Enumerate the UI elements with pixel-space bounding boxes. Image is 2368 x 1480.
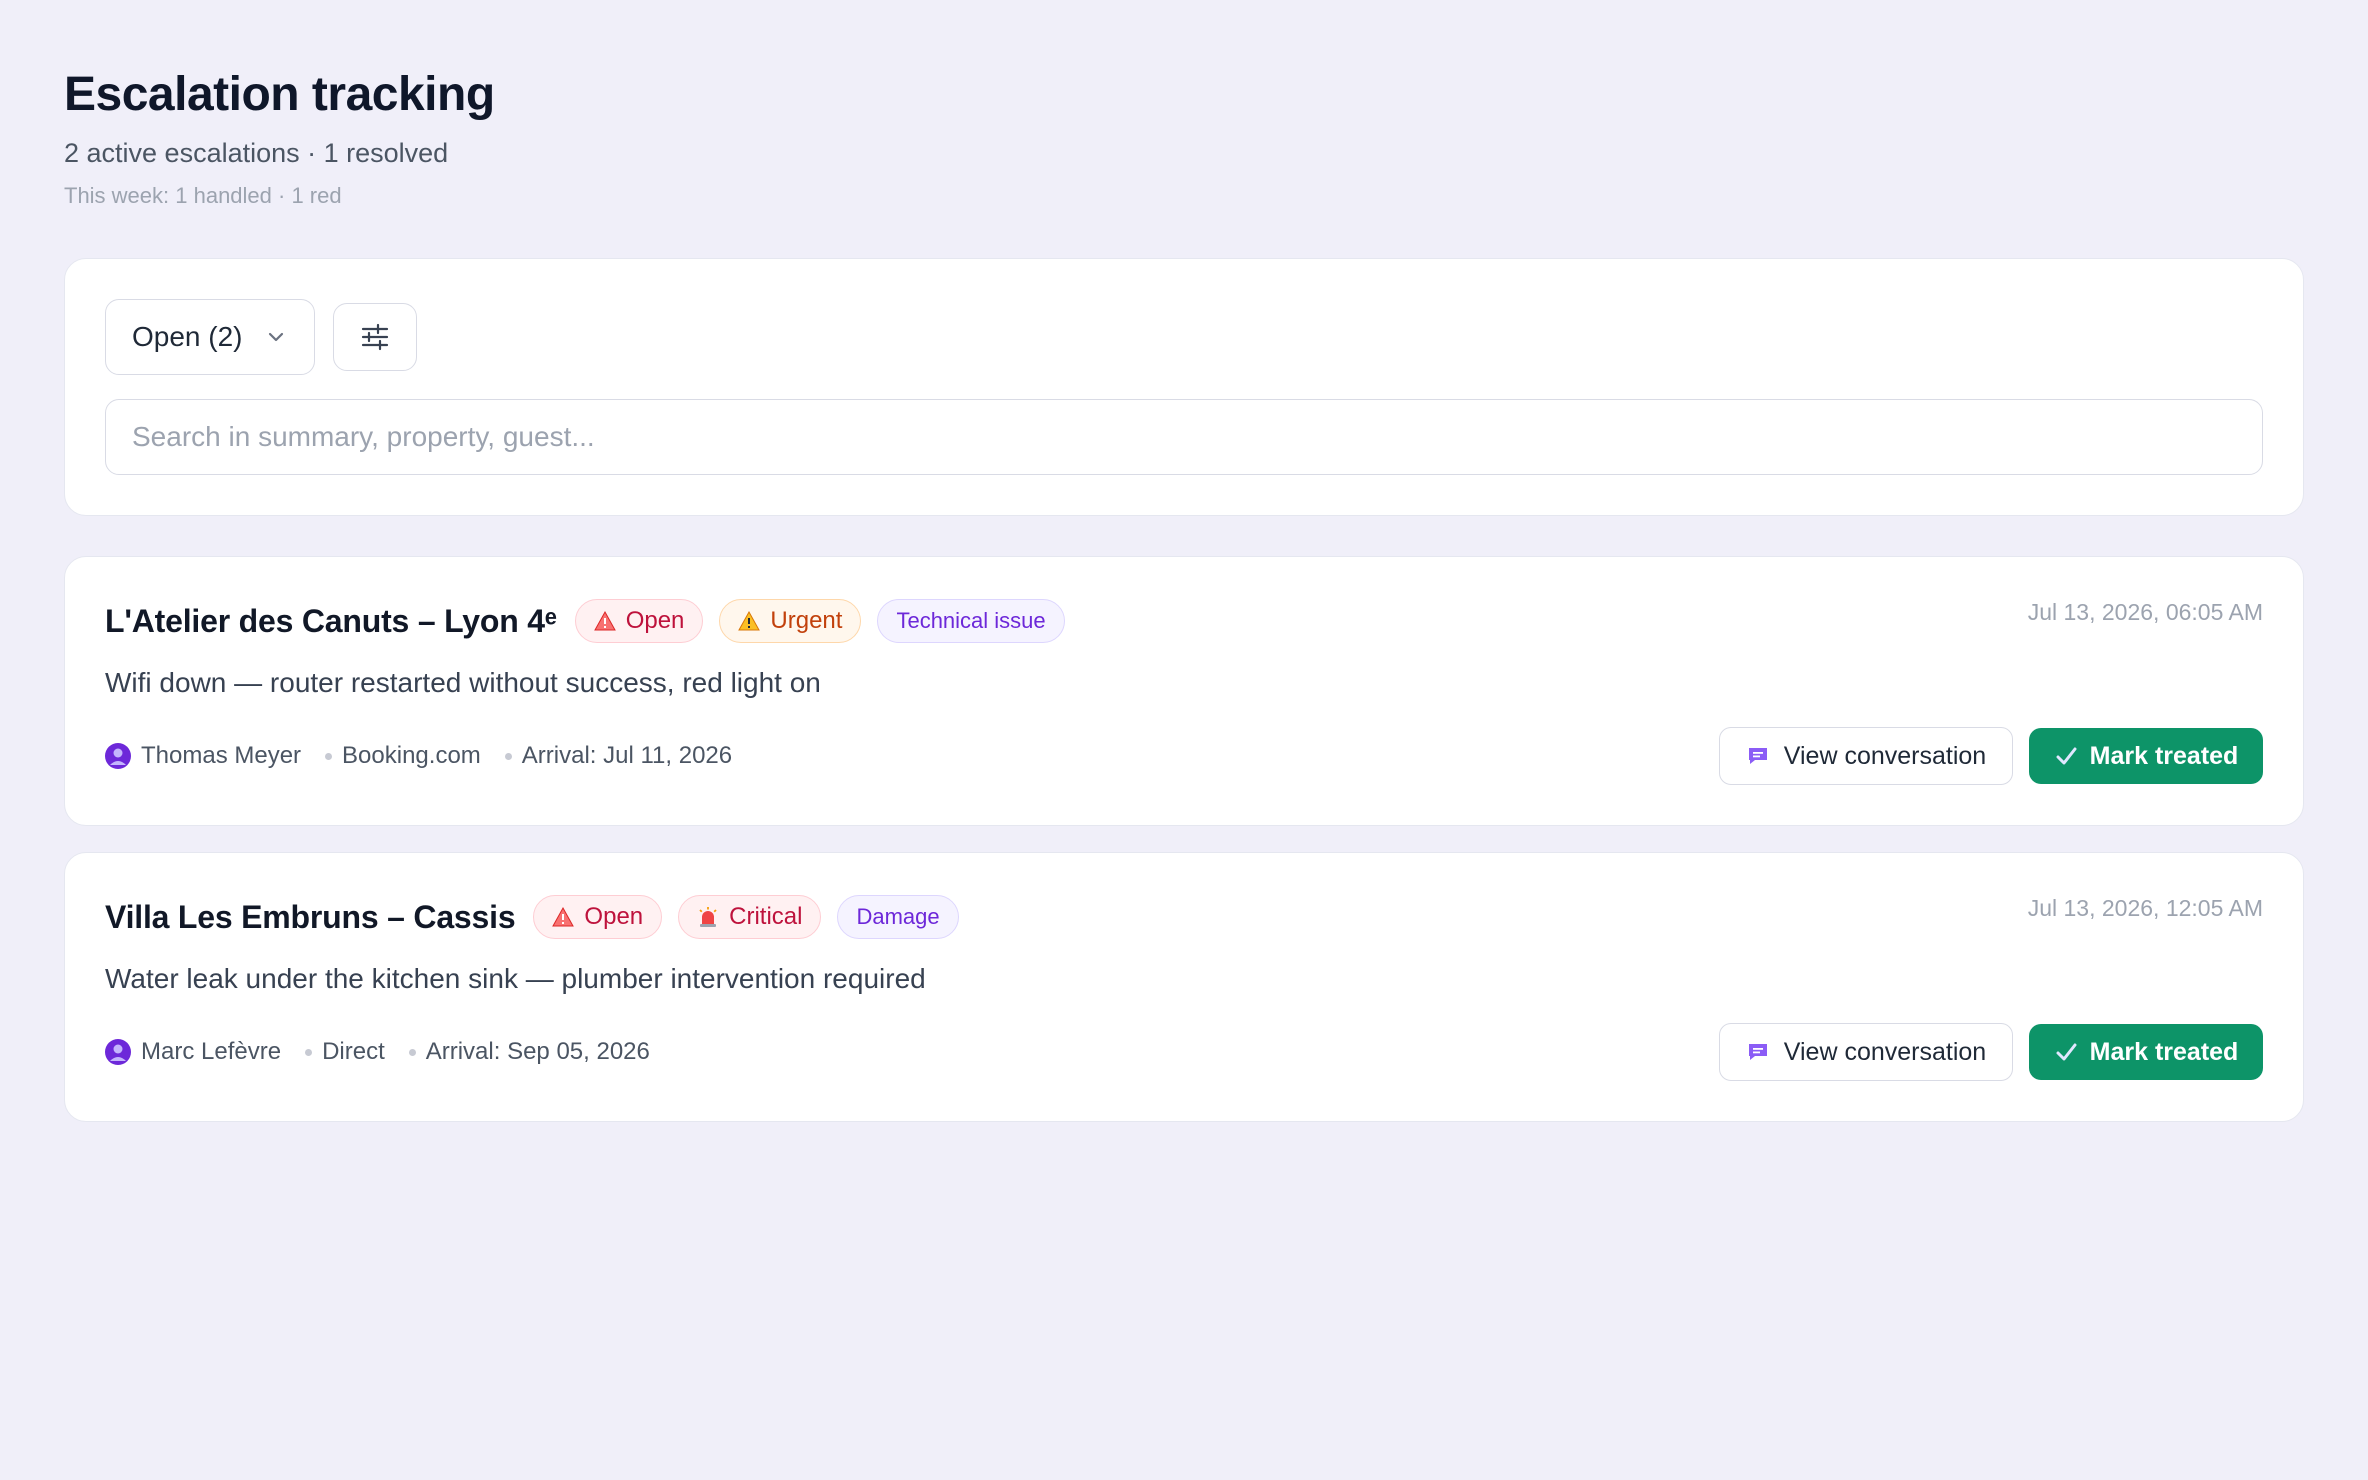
check-icon <box>2056 747 2077 765</box>
escalation-timestamp: Jul 13, 2026, 12:05 AM <box>2027 895 2263 921</box>
advanced-filters-button[interactable] <box>333 303 417 371</box>
escalation-page: Escalation tracking 2 active escalations… <box>0 0 2368 1122</box>
arrival-date: Arrival: Sep 05, 2026 <box>425 1038 650 1065</box>
escalation-summary: 2 active escalations · 1 resolved <box>64 138 449 168</box>
view-conversation-label: View conversation <box>1783 1037 1987 1066</box>
escalation-card: Villa Les Embruns – Cassis Open Critical <box>64 852 2304 1122</box>
escalation-footer: Thomas Meyer Booking.com Arrival: Jul 11… <box>105 727 2263 785</box>
status-badge-label: Open <box>584 903 644 930</box>
escalation-timestamp: Jul 13, 2026, 06:05 AM <box>2027 599 2263 625</box>
priority-badge: Critical <box>678 895 822 939</box>
priority-badge-label: Urgent <box>770 607 843 634</box>
chevron-down-icon <box>268 332 284 342</box>
separator-dot <box>325 752 333 760</box>
property-name: L'Atelier des Canuts – Lyon 4ᵉ <box>105 602 557 639</box>
sliders-icon <box>361 323 389 351</box>
escalation-actions: View conversation Mark treated <box>1719 727 2263 785</box>
guest-avatar-icon <box>105 743 131 769</box>
status-filter-select[interactable]: Open (2) <box>105 299 315 375</box>
view-conversation-button[interactable]: View conversation <box>1719 727 2013 785</box>
weekly-stats: This week: 1 handled · 1 red <box>64 183 342 208</box>
booking-channel: Direct <box>322 1038 385 1065</box>
filter-row: Open (2) <box>105 299 2263 375</box>
status-badge-label: Open <box>625 607 685 634</box>
filter-panel: Open (2) <box>64 258 2304 516</box>
guest-name: Thomas Meyer <box>141 742 302 769</box>
mark-treated-label: Mark treated <box>2089 1037 2239 1066</box>
escalation-footer: Marc Lefèvre Direct Arrival: Sep 05, 202… <box>105 1023 2263 1081</box>
priority-badge-label: Critical <box>729 903 803 930</box>
escalation-meta: Marc Lefèvre Direct Arrival: Sep 05, 202… <box>105 1038 650 1066</box>
mark-treated-button[interactable]: Mark treated <box>2029 1024 2263 1080</box>
escalation-actions: View conversation Mark treated <box>1719 1023 2263 1081</box>
separator-dot <box>408 1048 416 1056</box>
warning-icon <box>593 610 616 631</box>
escalation-summary-text: Wifi down — router restarted without suc… <box>105 667 821 698</box>
page-title: Escalation tracking <box>64 68 495 121</box>
separator-dot <box>504 752 512 760</box>
guest-name: Marc Lefèvre <box>141 1038 282 1065</box>
status-badge: Open <box>574 599 704 643</box>
status-badge: Open <box>533 895 663 939</box>
view-conversation-label: View conversation <box>1783 741 1987 770</box>
separator-dot <box>305 1048 313 1056</box>
search-input[interactable] <box>105 399 2263 475</box>
warning-icon <box>738 610 761 631</box>
escalation-header: L'Atelier des Canuts – Lyon 4ᵉ Open Urge… <box>105 597 2263 645</box>
siren-icon <box>699 907 717 927</box>
status-filter-label: Open (2) <box>132 321 243 352</box>
escalation-card: L'Atelier des Canuts – Lyon 4ᵉ Open Urge… <box>64 556 2304 826</box>
guest-avatar-icon <box>105 1039 131 1065</box>
chat-bubble-icon <box>1748 748 1767 764</box>
warning-icon <box>552 906 575 927</box>
arrival-date: Arrival: Jul 11, 2026 <box>521 742 733 769</box>
property-name: Villa Les Embruns – Cassis <box>105 898 516 935</box>
check-icon <box>2056 1043 2077 1061</box>
booking-channel: Booking.com <box>342 742 481 769</box>
mark-treated-label: Mark treated <box>2089 741 2239 770</box>
mark-treated-button[interactable]: Mark treated <box>2029 728 2263 784</box>
escalation-meta: Thomas Meyer Booking.com Arrival: Jul 11… <box>105 742 732 770</box>
escalation-summary-text: Water leak under the kitchen sink — plum… <box>105 963 926 994</box>
view-conversation-button[interactable]: View conversation <box>1719 1023 2013 1081</box>
chat-bubble-icon <box>1748 1044 1767 1060</box>
category-badge: Technical issue <box>877 599 1065 643</box>
escalation-header: Villa Les Embruns – Cassis Open Critical <box>105 893 2263 941</box>
priority-badge: Urgent <box>719 599 862 643</box>
category-badge: Damage <box>837 895 959 939</box>
